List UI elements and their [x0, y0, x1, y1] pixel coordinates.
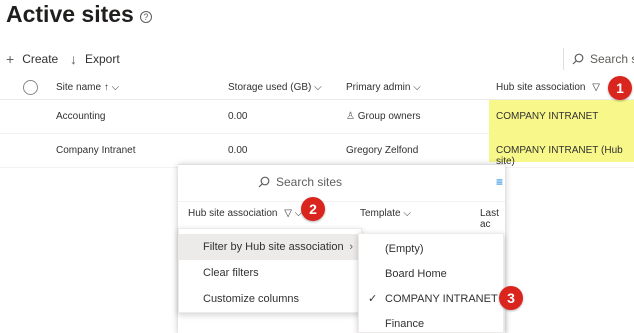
export-button[interactable]: ↓ Export [70, 51, 120, 67]
checkmark-icon: ✓ [368, 293, 378, 305]
panel-column-last[interactable]: Last ac [480, 208, 505, 230]
panel-template-label: Template [360, 208, 401, 219]
admin-cell: ♙ Group owners [346, 111, 421, 122]
sort-ascending-icon: ↑ [103, 82, 109, 93]
site-name-cell[interactable]: Accounting [56, 111, 105, 122]
hub-cell: COMPANY INTRANET [496, 111, 599, 122]
search-placeholder: Search si [590, 52, 634, 66]
admin-cell-text: Group owners [357, 111, 421, 122]
search-input[interactable]: Search si [563, 48, 634, 70]
chevron-down-icon: ⌵ [403, 208, 411, 219]
export-label: Export [85, 52, 120, 66]
storage-cell: 0.00 [228, 111, 248, 122]
page-title-text: Active sites [6, 1, 134, 27]
menu-item-clear-filters[interactable]: Clear filters [179, 260, 363, 286]
column-header-site-name[interactable]: Site name ↑ ⌵ [56, 82, 119, 93]
submenu-item-label: Board Home [385, 267, 447, 280]
menu-item-label: Clear filters [203, 267, 259, 279]
submenu-item-company-intranet[interactable]: ✓ COMPANY INTRANET [359, 286, 505, 311]
column-header-hub[interactable]: Hub site association ▽ [496, 82, 600, 93]
submenu-item-label: (Empty) [385, 242, 424, 255]
table-row[interactable]: Company Intranet 0.00 Gregory Zelfond CO… [0, 134, 634, 168]
filter-icon: ▽ [592, 82, 600, 93]
panel-header: Hub site association ▽ ⌵ Template ⌵ Last… [178, 201, 505, 230]
column-header-admin[interactable]: Primary admin ⌵ [346, 82, 421, 93]
hub-header-label: Hub site association [496, 82, 586, 93]
menu-item-filter-by-hub[interactable]: Filter by Hub site association › [179, 234, 363, 260]
site-name-header-label: Site name [56, 82, 102, 93]
submenu-item-finance[interactable]: Finance [359, 311, 505, 333]
annotation-badge-2: 2 [301, 197, 325, 221]
command-bar: + Create ↓ Export Search si [0, 44, 634, 76]
submenu-item-board-home[interactable]: Board Home [359, 261, 505, 286]
menu-item-customize-columns[interactable]: Customize columns [179, 286, 363, 312]
admin-header-label: Primary admin [346, 82, 411, 93]
column-menu: Filter by Hub site association › Clear f… [178, 228, 363, 313]
table-row[interactable]: Accounting 0.00 ♙ Group owners COMPANY I… [0, 100, 634, 134]
panel-column-hub[interactable]: Hub site association ▽ ⌵ [188, 208, 302, 219]
submenu-item-label: Finance [385, 317, 425, 330]
submenu-item-empty[interactable]: (Empty) [359, 236, 505, 261]
menu-item-label: Customize columns [203, 293, 299, 305]
chevron-down-icon: ⌵ [413, 82, 421, 93]
panel-search-input[interactable]: Search sites [258, 171, 494, 193]
create-button[interactable]: + Create [6, 51, 58, 67]
submenu-item-label: COMPANY INTRANET [385, 292, 498, 305]
create-label: Create [22, 52, 59, 66]
storage-cell: 0.00 [228, 145, 248, 156]
search-icon [258, 176, 270, 188]
table-header: Site name ↑ ⌵ Storage used (GB) ⌵ Primar… [0, 76, 634, 100]
select-all-radio[interactable] [23, 80, 38, 95]
panel-search-placeholder: Search sites [276, 175, 343, 189]
admin-cell: Gregory Zelfond [346, 145, 419, 156]
info-icon[interactable]: ? [139, 10, 152, 23]
search-icon [572, 53, 584, 65]
plus-icon: + [6, 51, 15, 67]
chevron-down-icon: ⌵ [314, 82, 322, 93]
filter-submenu: (Empty) Board Home ✓ COMPANY INTRANET Fi… [358, 233, 504, 333]
view-options-icon[interactable]: ≡ [496, 175, 503, 189]
person-icon: ♙ [346, 111, 358, 122]
site-name-cell[interactable]: Company Intranet [56, 145, 136, 156]
storage-header-label: Storage used (GB) [228, 82, 312, 93]
panel-hub-label: Hub site association [188, 208, 278, 219]
annotation-badge-1: 1 [608, 76, 632, 100]
column-header-storage[interactable]: Storage used (GB) ⌵ [228, 82, 322, 93]
chevron-down-icon: ⌵ [111, 82, 120, 93]
filter-icon: ▽ [284, 208, 292, 219]
download-icon: ↓ [70, 51, 77, 67]
annotation-badge-3: 3 [499, 286, 523, 310]
hub-cell: COMPANY INTRANET (Hub site) [496, 145, 623, 167]
chevron-right-icon: › [349, 241, 353, 253]
page-title: Active sites ? [6, 1, 152, 28]
menu-item-label: Filter by Hub site association [203, 241, 344, 253]
panel-column-template[interactable]: Template ⌵ [360, 208, 411, 219]
